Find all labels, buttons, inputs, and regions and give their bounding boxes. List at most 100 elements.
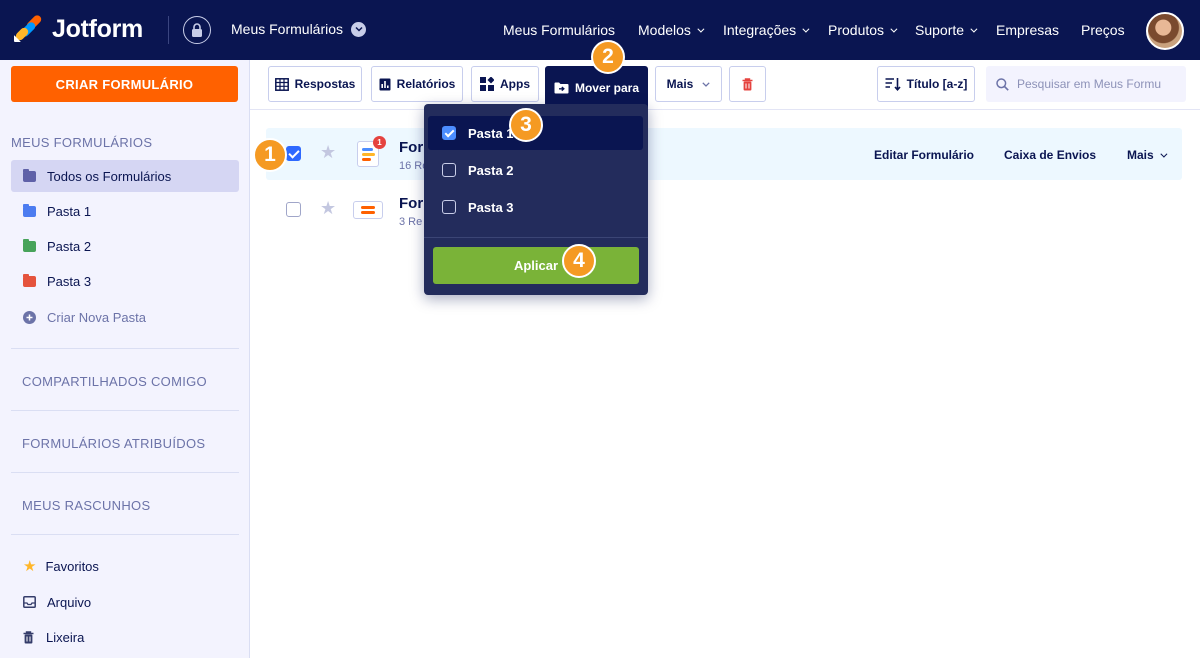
nav-link-templates[interactable]: Modelos [638,21,705,39]
reports-button[interactable]: Relatórios [371,66,463,102]
more-label: Mais [666,77,694,91]
nav-link-label: Empresas [996,22,1060,38]
apply-button[interactable]: Aplicar [433,247,639,284]
nav-link-label: Preços [1081,22,1125,38]
star-icon[interactable]: ★ [320,198,336,219]
sidebar-divider [11,534,239,535]
logo-text: Jotform [52,14,143,43]
chevron-down-icon [697,25,705,33]
plus-circle-icon [23,310,36,324]
chevron-down-icon [351,21,367,37]
create-form-button[interactable]: CRIAR FORMULÁRIO [11,66,238,102]
form-title[interactable]: For [399,139,423,156]
responses-label: Respostas [294,77,356,91]
row-more-button[interactable]: Mais [1127,148,1168,162]
nav-link-pricing[interactable]: Preços [1081,21,1125,39]
responses-button[interactable]: Respostas [268,66,362,102]
more-options-button[interactable]: Mais [655,66,722,102]
trash-icon [742,77,753,91]
folder-move-icon [554,82,569,94]
apps-label: Apps [500,77,530,91]
option-label: Pasta 1 [468,125,514,141]
sort-icon [885,77,901,91]
option-label: Pasta 3 [468,199,514,215]
form-row[interactable]: ★ 1 For 16 Re Editar Formulário Caixa de… [266,128,1182,180]
chevron-down-icon [802,25,810,33]
folder-icon [23,203,36,217]
sidebar-item-label: Todos os Formulários [47,168,172,184]
option-checkbox[interactable] [442,163,456,177]
dropdown-divider [424,237,648,238]
create-new-folder-button[interactable]: Criar Nova Pasta [11,301,239,333]
nav-link-integrations[interactable]: Integrações [723,21,810,39]
my-forms-heading: MEUS FORMULÁRIOS [11,135,153,150]
chevron-down-icon [890,25,898,33]
chevron-down-icon [970,25,978,33]
nav-link-support[interactable]: Suporte [915,21,978,39]
star-icon[interactable]: ★ [320,142,336,163]
step-marker-3: 3 [509,108,543,142]
sidebar-item-archive[interactable]: Arquivo [11,586,239,618]
sidebar-divider [11,348,239,349]
chevron-down-icon [1160,150,1168,158]
nav-link-label: Modelos [638,22,691,38]
move-to-label: Mover para [574,81,640,95]
reports-label: Relatórios [396,77,456,91]
sidebar-item-shared-with-me[interactable]: COMPARTILHADOS COMIGO [22,374,207,389]
sidebar-item-pasta-2[interactable]: Pasta 2 [11,230,239,262]
jotform-logo[interactable]: Jotform [14,13,143,44]
sidebar-item-label: Pasta 3 [47,273,92,289]
nav-link-products[interactable]: Produtos [828,21,898,39]
sort-button[interactable]: Título [a-z] [877,66,975,102]
form-icon [353,201,383,219]
archive-icon [23,596,36,608]
sidebar-item-label: Arquivo [47,594,92,610]
apps-button[interactable]: Apps [471,66,539,102]
sidebar-item-favorites[interactable]: ★ Favoritos [11,550,239,582]
nav-link-label: Integrações [723,22,797,38]
nav-link-label: Produtos [828,22,885,38]
star-icon: ★ [23,557,37,575]
nav-divider [168,16,169,44]
step-marker-1: 1 [253,138,287,172]
my-forms-switcher[interactable]: Meus Formulários [231,21,367,37]
dropdown-option-pasta-2[interactable]: Pasta 2 [428,153,643,187]
sidebar-divider [11,472,239,473]
form-select-checkbox[interactable] [286,146,301,161]
nav-link-my-forms[interactable]: Meus Formulários [503,21,615,39]
sidebar-item-pasta-1[interactable]: Pasta 1 [11,195,239,227]
lock-icon[interactable] [183,16,211,44]
delete-button[interactable] [729,66,766,102]
sidebar-item-my-drafts[interactable]: MEUS RASCUNHOS [22,498,150,513]
form-row[interactable]: ★ For 3 Re [266,184,1182,236]
inbox-link[interactable]: Caixa de Envios [1004,148,1096,162]
sidebar: CRIAR FORMULÁRIO MEUS FORMULÁRIOS Todos … [0,60,250,658]
sort-label: Título [a-z] [906,77,968,91]
sidebar-item-trash[interactable]: Lixeira [11,621,239,653]
form-title[interactable]: For [399,195,423,212]
sidebar-item-assigned-forms[interactable]: FORMULÁRIOS ATRIBUÍDOS [22,436,205,451]
sidebar-item-label: Criar Nova Pasta [47,309,146,325]
sidebar-item-all-forms[interactable]: Todos os Formulários [11,160,239,192]
folder-icon [23,168,36,182]
table-icon [274,77,289,91]
option-checkbox[interactable] [442,126,456,140]
search-box [986,66,1186,102]
user-avatar[interactable] [1146,12,1184,50]
apps-grid-icon [480,77,494,91]
step-marker-2: 2 [591,40,625,74]
step-marker-4: 4 [562,244,596,278]
sidebar-item-label: Favoritos [45,558,99,574]
nav-link-enterprise[interactable]: Empresas [996,21,1059,39]
sidebar-item-pasta-3[interactable]: Pasta 3 [11,265,239,297]
chevron-down-icon [702,81,711,87]
folder-icon [23,273,36,287]
option-label: Pasta 2 [468,162,514,178]
option-checkbox[interactable] [442,200,456,214]
search-input[interactable] [1017,77,1177,91]
dropdown-option-pasta-3[interactable]: Pasta 3 [428,190,643,224]
forms-toolbar: Respostas Relatórios Apps Mover para Mai… [250,60,1200,110]
edit-form-link[interactable]: Editar Formulário [874,148,974,162]
form-select-checkbox[interactable] [286,202,301,217]
sidebar-item-label: Pasta 1 [47,203,92,219]
